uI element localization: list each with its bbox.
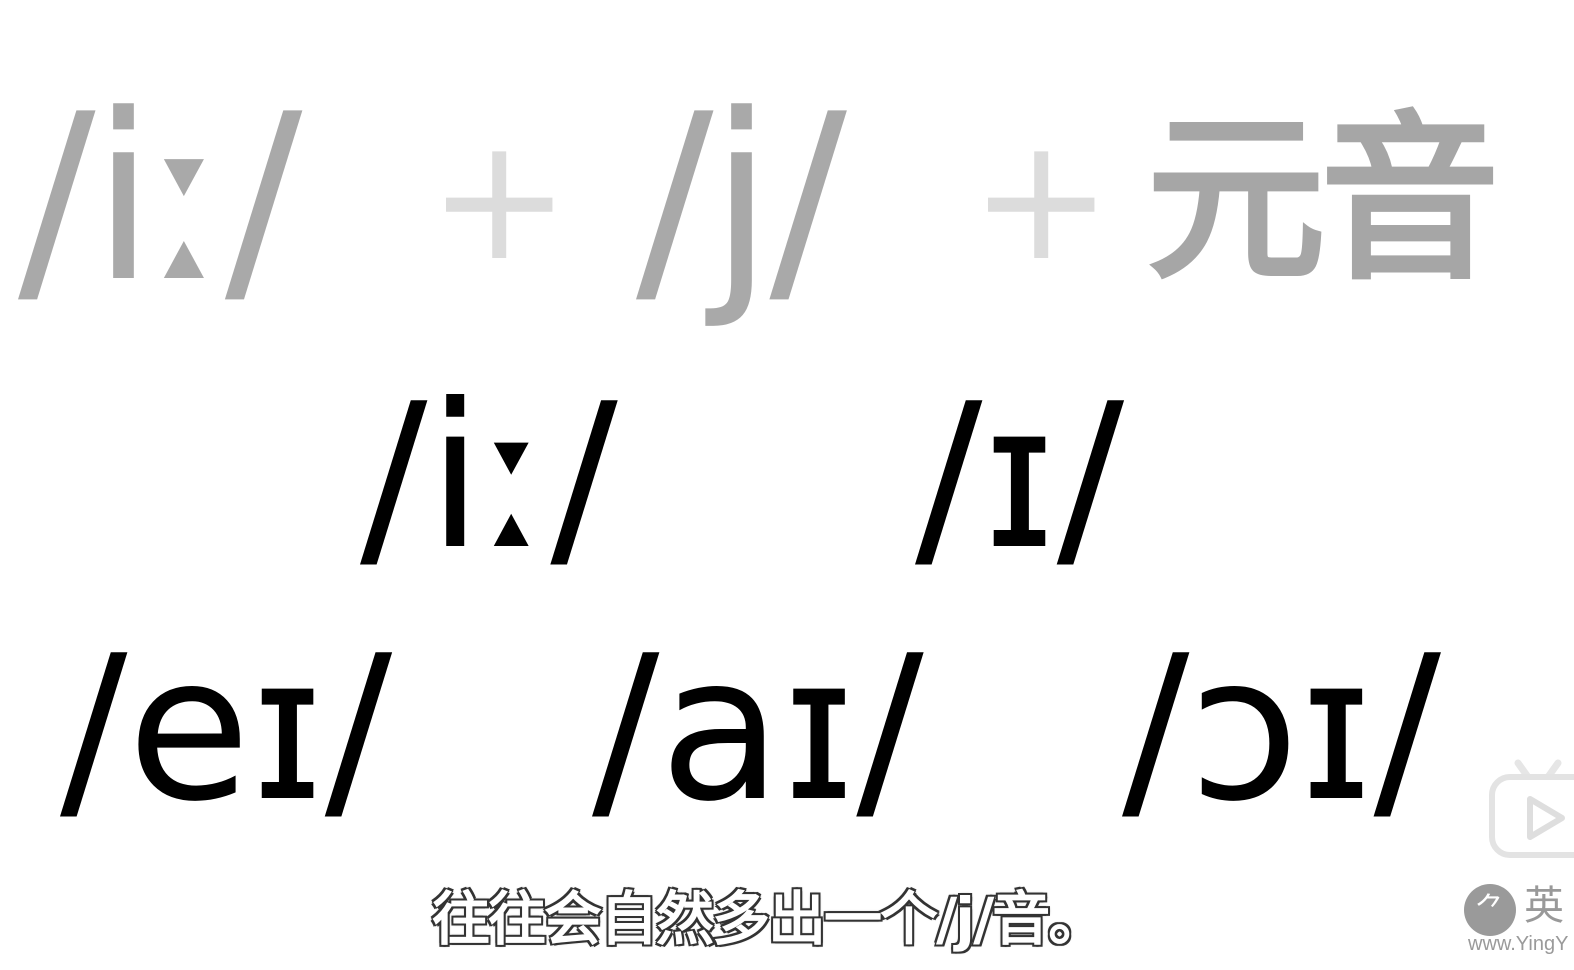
- watermark: ⺈ 英 www.YingY: [1464, 884, 1574, 964]
- phonetic-oi: /ɔɪ/: [1122, 613, 1441, 846]
- phonetic-ai: /aɪ/: [592, 613, 924, 846]
- subtitle-caption: 往往会自然多出一个/j/音。: [431, 885, 1107, 953]
- phonetic-short-i: /ɪ/: [915, 361, 1125, 594]
- watermark-logo-icon: ⺈: [1464, 884, 1516, 936]
- formula-row: /iː/ + /j/ + 元音: [0, 70, 1574, 330]
- formula-long-i: /iː/: [18, 66, 302, 333]
- formula-plus-1: +: [428, 101, 571, 299]
- phonetic-long-i: /iː/: [360, 361, 618, 594]
- phonetic-ei: /eɪ/: [60, 613, 393, 846]
- formula-vowel: 元音: [1146, 94, 1500, 305]
- watermark-char: 英: [1524, 883, 1564, 929]
- bilibili-tv-play-icon[interactable]: [1488, 755, 1574, 860]
- formula-j: /j/: [636, 66, 847, 333]
- formula-plus-2: +: [970, 101, 1113, 299]
- watermark-url: www.YingY: [1468, 933, 1569, 955]
